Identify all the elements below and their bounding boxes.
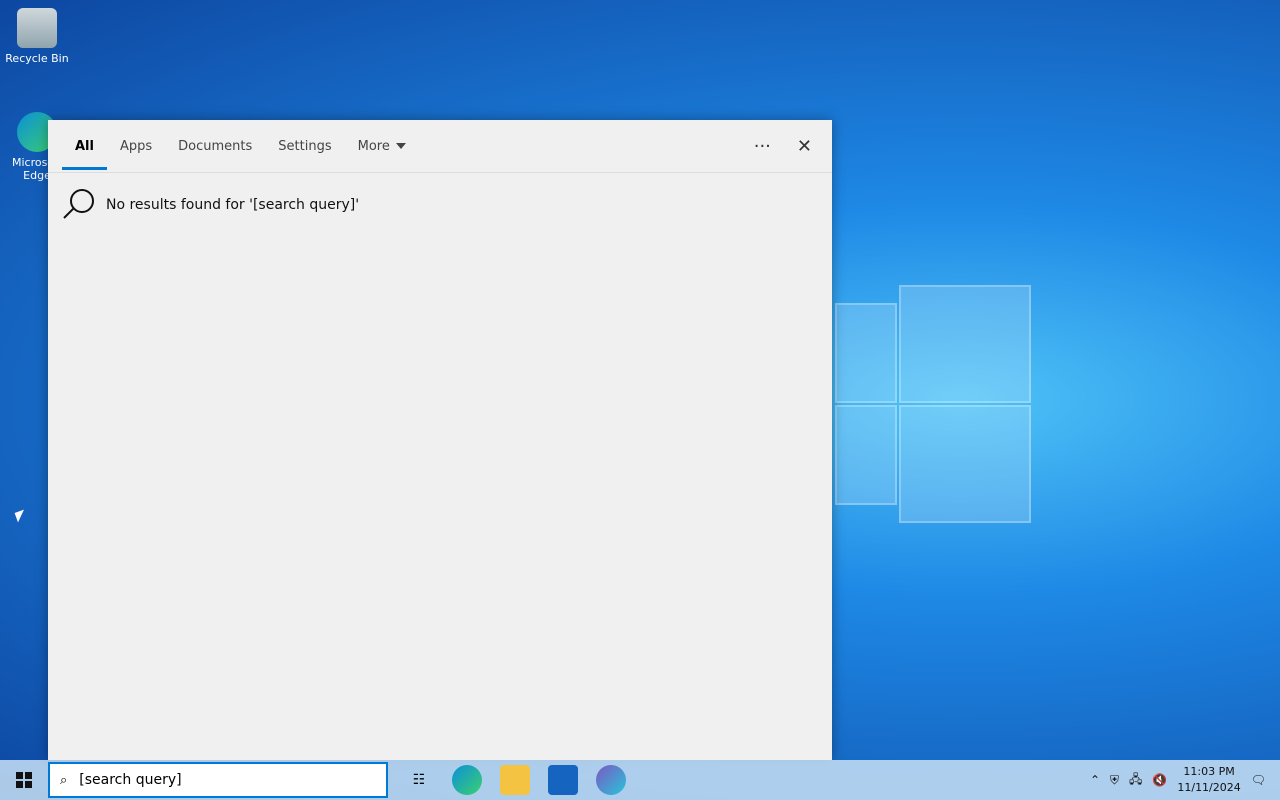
windows-logo-icon: [16, 772, 32, 788]
chevron-up-icon[interactable]: ⌃: [1090, 773, 1100, 787]
search-icon: ⌕: [60, 772, 68, 788]
search-tabs: All Apps Documents Settings More ··· ✕: [48, 120, 832, 173]
store-icon[interactable]: [548, 765, 578, 795]
clock-date: 11/11/2024: [1177, 781, 1241, 794]
chevron-down-icon: [395, 143, 406, 149]
tab-settings[interactable]: Settings: [265, 123, 344, 170]
more-options-icon[interactable]: ···: [754, 136, 771, 157]
search-icon: [60, 187, 96, 223]
copilot-icon[interactable]: [596, 765, 626, 795]
desktop-icon-recycle-bin[interactable]: Recycle Bin: [1, 8, 73, 65]
recycle-bin-icon: [17, 8, 57, 48]
edge-icon[interactable]: [452, 765, 482, 795]
clock[interactable]: 11:03 PM 11/11/2024: [1177, 764, 1240, 796]
task-view-icon[interactable]: ☷: [404, 765, 434, 795]
tab-more[interactable]: More: [345, 123, 419, 170]
windows-wallpaper-logo: [835, 285, 1031, 523]
search-panel: All Apps Documents Settings More ··· ✕ N…: [48, 120, 832, 760]
start-button[interactable]: [0, 760, 48, 800]
security-icon[interactable]: ⛨: [1110, 773, 1119, 788]
panel-actions: ··· ✕: [754, 120, 812, 172]
desktop-icon-label: Recycle Bin: [5, 52, 69, 65]
mouse-cursor: [14, 509, 28, 523]
network-icon[interactable]: 🖧: [1129, 770, 1142, 791]
notification-icon[interactable]: 🗨: [1251, 773, 1266, 787]
no-results-message: No results found for '[search query]': [106, 197, 360, 213]
volume-muted-icon[interactable]: 🔇: [1152, 773, 1167, 787]
tab-more-label: More: [357, 138, 390, 154]
tab-apps[interactable]: Apps: [107, 123, 165, 170]
taskbar: ⌕ ☷ ⌃ ⛨ 🖧 🔇 11:03 PM 11/11/2024 🗨: [0, 760, 1280, 800]
taskbar-search-box[interactable]: ⌕: [48, 762, 388, 798]
search-input[interactable]: [77, 771, 352, 789]
file-explorer-icon[interactable]: [500, 765, 530, 795]
system-tray: ⌃ ⛨ 🖧 🔇 11:03 PM 11/11/2024 🗨: [1090, 764, 1280, 796]
clock-time: 11:03 PM: [1183, 765, 1235, 778]
close-icon[interactable]: ✕: [797, 136, 812, 157]
taskbar-apps: ☷: [404, 765, 626, 795]
tab-documents[interactable]: Documents: [165, 123, 265, 170]
tab-all[interactable]: All: [62, 123, 107, 170]
search-results: No results found for '[search query]': [48, 173, 832, 237]
